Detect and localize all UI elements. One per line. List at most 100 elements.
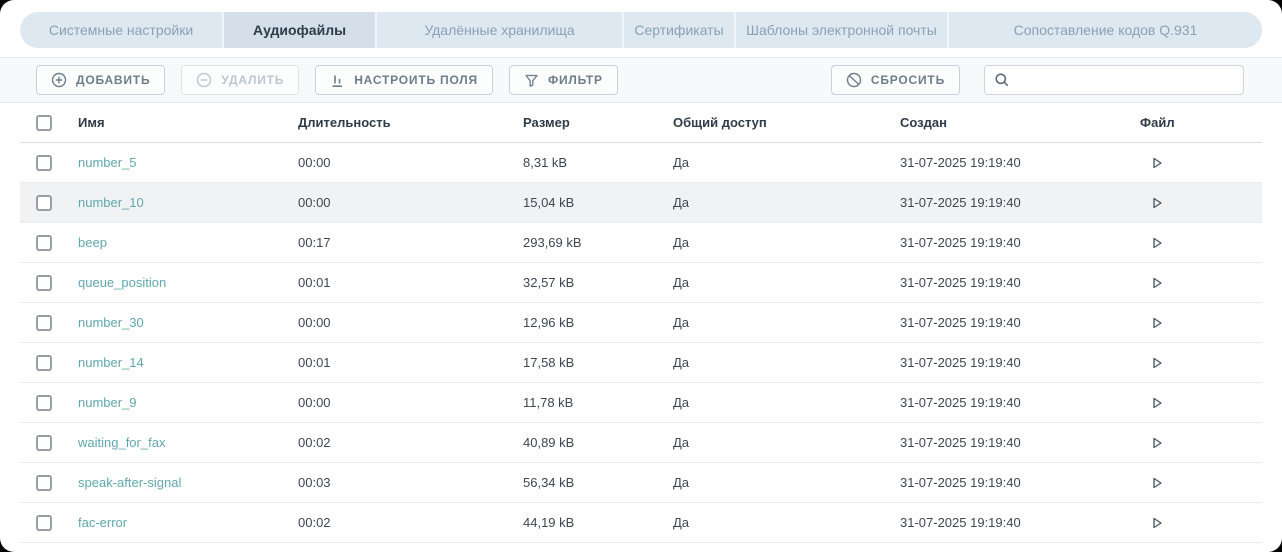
- select-all-checkbox[interactable]: [36, 115, 52, 131]
- configure-fields-button[interactable]: НАСТРОИТЬ ПОЛЯ: [315, 65, 493, 95]
- filter-funnel-icon: [524, 73, 539, 88]
- delete-button[interactable]: УДАЛИТЬ: [181, 65, 299, 95]
- column-header-file: Файл: [1140, 115, 1262, 130]
- size-cell: 15,04 kB: [523, 195, 673, 210]
- file-name-link[interactable]: number_10: [78, 195, 144, 210]
- duration-cell: 00:03: [298, 475, 523, 490]
- tab-2[interactable]: Аудиофайлы: [222, 12, 375, 48]
- size-cell: 12,96 kB: [523, 315, 673, 330]
- created-cell: 31-07-2025 19:19:40: [900, 315, 1140, 330]
- file-name-link[interactable]: number_30: [78, 315, 144, 330]
- row-checkbox[interactable]: [36, 275, 52, 291]
- size-cell: 8,31 kB: [523, 155, 673, 170]
- play-button[interactable]: [1140, 156, 1164, 170]
- size-cell: 32,57 kB: [523, 275, 673, 290]
- created-cell: 31-07-2025 19:19:40: [900, 435, 1140, 450]
- row-checkbox[interactable]: [36, 195, 52, 211]
- tab-5[interactable]: Шаблоны электронной почты: [734, 12, 947, 48]
- created-cell: 31-07-2025 19:19:40: [900, 355, 1140, 370]
- shared-cell: Да: [673, 155, 900, 170]
- file-name-link[interactable]: waiting_for_fax: [78, 435, 165, 450]
- table-row: fac-error00:0244,19 kBДа31-07-2025 19:19…: [20, 503, 1262, 543]
- filter-button-label: ФИЛЬТР: [548, 73, 603, 87]
- play-icon: [1150, 196, 1164, 210]
- duration-cell: 00:02: [298, 435, 523, 450]
- file-name-link[interactable]: number_5: [78, 155, 137, 170]
- shared-cell: Да: [673, 435, 900, 450]
- tab-6[interactable]: Сопоставление кодов Q.931: [947, 12, 1262, 48]
- table-row: number_30 00:0012,96 kBДа31-07-2025 19:19…: [20, 303, 1262, 343]
- row-checkbox[interactable]: [36, 435, 52, 451]
- tab-4[interactable]: Сертификаты: [622, 12, 734, 48]
- play-button[interactable]: [1140, 196, 1164, 210]
- row-checkbox[interactable]: [36, 395, 52, 411]
- shared-cell: Да: [673, 475, 900, 490]
- row-checkbox[interactable]: [36, 235, 52, 251]
- play-button[interactable]: [1140, 476, 1164, 490]
- shared-cell: Да: [673, 275, 900, 290]
- play-icon: [1150, 356, 1164, 370]
- file-name-link[interactable]: number_14: [78, 355, 144, 370]
- size-cell: 293,69 kB: [523, 235, 673, 250]
- shared-cell: Да: [673, 195, 900, 210]
- file-name-link[interactable]: fac-error: [78, 515, 127, 530]
- duration-cell: 00:01: [298, 355, 523, 370]
- filter-button[interactable]: ФИЛЬТР: [509, 65, 618, 95]
- search-input[interactable]: [984, 65, 1244, 95]
- row-checkbox[interactable]: [36, 475, 52, 491]
- tab-3[interactable]: Удалённые хранилища: [375, 12, 622, 48]
- duration-cell: 00:00: [298, 315, 523, 330]
- play-button[interactable]: [1140, 516, 1164, 530]
- created-cell: 31-07-2025 19:19:40: [900, 155, 1140, 170]
- created-cell: 31-07-2025 19:19:40: [900, 195, 1140, 210]
- size-cell: 17,58 kB: [523, 355, 673, 370]
- table-row: number_500:008,31 kBДа31-07-2025 19:19:4…: [20, 143, 1262, 183]
- table-row: waiting_for_fax00:0240,89 kBДа31-07-2025…: [20, 423, 1262, 463]
- table-row: number_900:0011,78 kBДа31-07-2025 19:19:…: [20, 383, 1262, 423]
- duration-cell: 00:17: [298, 235, 523, 250]
- play-button[interactable]: [1140, 276, 1164, 290]
- play-icon: [1150, 156, 1164, 170]
- fields-columns-icon: [330, 73, 345, 88]
- table-row: beep00:17293,69 kBДа31-07-2025 19:19:40: [20, 223, 1262, 263]
- table-header-row: Имя Длительность Размер Общий доступ Соз…: [20, 103, 1262, 143]
- created-cell: 31-07-2025 19:19:40: [900, 475, 1140, 490]
- play-button[interactable]: [1140, 396, 1164, 410]
- play-button[interactable]: [1140, 236, 1164, 250]
- play-icon: [1150, 436, 1164, 450]
- created-cell: 31-07-2025 19:19:40: [900, 395, 1140, 410]
- play-button[interactable]: [1140, 356, 1164, 370]
- table-row: number_14 00:0117,58 kBДа31-07-2025 19:19…: [20, 343, 1262, 383]
- reset-button[interactable]: СБРОСИТЬ: [831, 65, 960, 95]
- created-cell: 31-07-2025 19:19:40: [900, 235, 1140, 250]
- file-name-link[interactable]: queue_position: [78, 275, 166, 290]
- table-body: number_500:008,31 kBДа31-07-2025 19:19:4…: [20, 143, 1262, 543]
- column-header-duration: Длительность: [298, 115, 523, 130]
- row-checkbox[interactable]: [36, 315, 52, 331]
- column-header-size: Размер: [523, 115, 673, 130]
- duration-cell: 00:00: [298, 395, 523, 410]
- shared-cell: Да: [673, 315, 900, 330]
- add-button[interactable]: ДОБАВИТЬ: [36, 65, 165, 95]
- audio-files-page: Системные настройкиАудиофайлыУдалённые х…: [0, 0, 1282, 552]
- duration-cell: 00:02: [298, 515, 523, 530]
- audio-files-table: Имя Длительность Размер Общий доступ Соз…: [20, 103, 1262, 543]
- row-checkbox[interactable]: [36, 155, 52, 171]
- play-icon: [1150, 396, 1164, 410]
- row-checkbox[interactable]: [36, 515, 52, 531]
- file-name-link[interactable]: beep: [78, 235, 107, 250]
- tab-1[interactable]: Системные настройки: [20, 12, 222, 48]
- tab-bar: Системные настройкиАудиофайлыУдалённые х…: [20, 12, 1262, 48]
- created-cell: 31-07-2025 19:19:40: [900, 515, 1140, 530]
- file-name-link[interactable]: speak-after-signal: [78, 475, 181, 490]
- add-button-label: ДОБАВИТЬ: [76, 73, 150, 87]
- file-name-link[interactable]: number_9: [78, 395, 137, 410]
- play-button[interactable]: [1140, 436, 1164, 450]
- shared-cell: Да: [673, 395, 900, 410]
- shared-cell: Да: [673, 355, 900, 370]
- table-row: number_1000:0015,04 kBДа31-07-2025 19:19…: [20, 183, 1262, 223]
- play-button[interactable]: [1140, 316, 1164, 330]
- minus-circle-icon: [196, 72, 212, 88]
- row-checkbox[interactable]: [36, 355, 52, 371]
- size-cell: 44,19 kB: [523, 515, 673, 530]
